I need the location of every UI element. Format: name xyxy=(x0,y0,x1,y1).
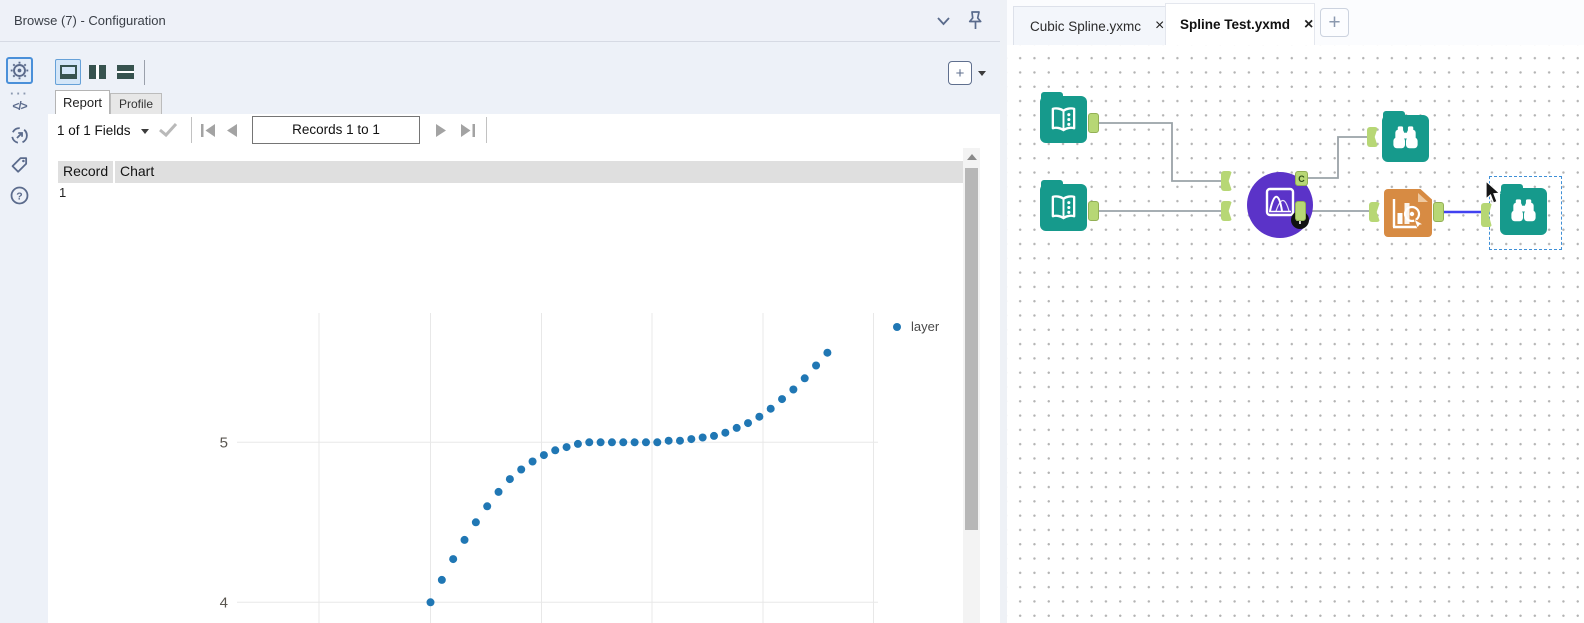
document-tabbar: Cubic Spline.yxmc × Spline Test.yxmd × + xyxy=(1007,0,1584,45)
column-header-chart: Chart xyxy=(115,161,963,183)
open-external-icon[interactable] xyxy=(6,122,33,149)
config-sidebar: ··· </> xyxy=(0,42,48,623)
chart-tool-output-anchor[interactable] xyxy=(1433,202,1444,222)
column-header-record: Record xyxy=(58,161,113,183)
arrow-up-icon xyxy=(967,154,977,160)
legend-label: layer xyxy=(911,319,939,334)
browse-tool-1[interactable] xyxy=(1382,115,1429,162)
input-data-book-icon xyxy=(1048,192,1079,223)
xml-code-icon[interactable]: </> xyxy=(6,92,33,119)
report-scrollbar[interactable] xyxy=(963,148,980,623)
panel-divider[interactable] xyxy=(1000,0,1007,623)
input-data-book-icon xyxy=(1048,104,1079,135)
settings-gear-icon[interactable] xyxy=(6,57,33,84)
close-tab-icon[interactable]: × xyxy=(1155,17,1164,35)
tab-report[interactable]: Report xyxy=(55,90,110,114)
browse-binoculars-icon xyxy=(1390,123,1421,154)
browse-binoculars-icon xyxy=(1508,196,1539,227)
nav-separator-2 xyxy=(486,117,487,143)
input1-output-anchor[interactable] xyxy=(1088,113,1099,133)
alteryx-designer-window: Browse (7) - Configuration ··· xyxy=(0,0,1584,623)
tab-spline-test[interactable]: Spline Test.yxmd × xyxy=(1165,3,1315,45)
tab-label: Cubic Spline.yxmc xyxy=(1030,19,1141,34)
last-record-button[interactable] xyxy=(460,124,475,137)
previous-record-button[interactable] xyxy=(226,124,238,137)
toolbar-separator xyxy=(144,60,145,85)
layout-two-pane-horizontal-button[interactable] xyxy=(112,59,138,85)
macro-output-anchor-c[interactable]: C xyxy=(1295,171,1308,186)
svg-text:4: 4 xyxy=(220,594,228,611)
records-range-display: Records 1 to 1 xyxy=(252,116,420,144)
panel-title: Browse (7) - Configuration xyxy=(14,13,166,28)
svg-text:?: ? xyxy=(16,191,22,203)
wire-macro-to-browse1 xyxy=(1308,137,1367,178)
record-cell-value: 1 xyxy=(59,185,66,200)
single-pane-icon xyxy=(60,65,77,79)
apply-check-icon xyxy=(158,122,178,138)
browse1-input-anchor[interactable] xyxy=(1367,127,1378,147)
fields-selector-caret[interactable] xyxy=(141,129,149,134)
legend-item-layer[interactable]: layer xyxy=(893,319,939,334)
table-dropdown-caret[interactable] xyxy=(978,71,986,76)
mouse-cursor-icon xyxy=(1484,180,1502,206)
interactive-chart-tool[interactable] xyxy=(1384,189,1432,237)
layout-single-pane-button[interactable] xyxy=(55,59,81,85)
next-record-button[interactable] xyxy=(435,124,447,137)
chart-tool-input-anchor[interactable] xyxy=(1369,202,1380,222)
tab-cubic-spline[interactable]: Cubic Spline.yxmc × xyxy=(1013,6,1165,45)
browse-tool-2-selected[interactable] xyxy=(1500,188,1547,235)
browse-configuration-panel: Browse (7) - Configuration ··· xyxy=(0,0,1000,623)
input2-output-anchor[interactable] xyxy=(1088,201,1099,221)
new-tab-button[interactable]: + xyxy=(1320,8,1349,37)
pin-icon[interactable] xyxy=(966,10,984,32)
macro-output-anchor-2[interactable] xyxy=(1295,201,1306,221)
input-data-tool-1[interactable] xyxy=(1040,96,1087,143)
macro-input-anchor-2[interactable] xyxy=(1221,201,1232,221)
fields-selector[interactable]: 1 of 1 Fields xyxy=(57,123,131,138)
close-tab-icon[interactable]: × xyxy=(1304,16,1313,34)
collapse-chevron-icon[interactable] xyxy=(936,16,951,26)
tag-icon[interactable] xyxy=(6,152,33,179)
scroll-up-button[interactable] xyxy=(963,150,980,164)
input-data-tool-2[interactable] xyxy=(1040,184,1087,231)
workflow-panel: Cubic Spline.yxmc × Spline Test.yxmd × + xyxy=(1007,0,1584,623)
spline-scatter-chart: 54 xyxy=(210,290,980,623)
wire-input1-to-macro xyxy=(1099,123,1221,181)
macro-input-anchor-1[interactable] xyxy=(1221,171,1232,191)
layout-two-pane-vertical-button[interactable] xyxy=(84,59,110,85)
panel-header: Browse (7) - Configuration xyxy=(0,0,1000,42)
interactive-chart-icon xyxy=(1388,193,1428,233)
first-record-button[interactable] xyxy=(201,124,216,137)
tab-label: Spline Test.yxmd xyxy=(1180,17,1290,32)
help-icon[interactable]: ? xyxy=(6,182,33,209)
legend-marker-icon xyxy=(893,323,901,331)
svg-text:5: 5 xyxy=(220,434,228,451)
two-pane-vertical-icon xyxy=(89,65,106,79)
scrollbar-thumb[interactable] xyxy=(965,168,978,530)
tab-profile[interactable]: Profile xyxy=(110,93,162,114)
add-table-icon[interactable]: + xyxy=(948,61,972,85)
two-pane-horizontal-icon xyxy=(117,65,134,79)
workflow-canvas[interactable]: + C xyxy=(1007,45,1584,623)
nav-separator xyxy=(191,117,192,143)
